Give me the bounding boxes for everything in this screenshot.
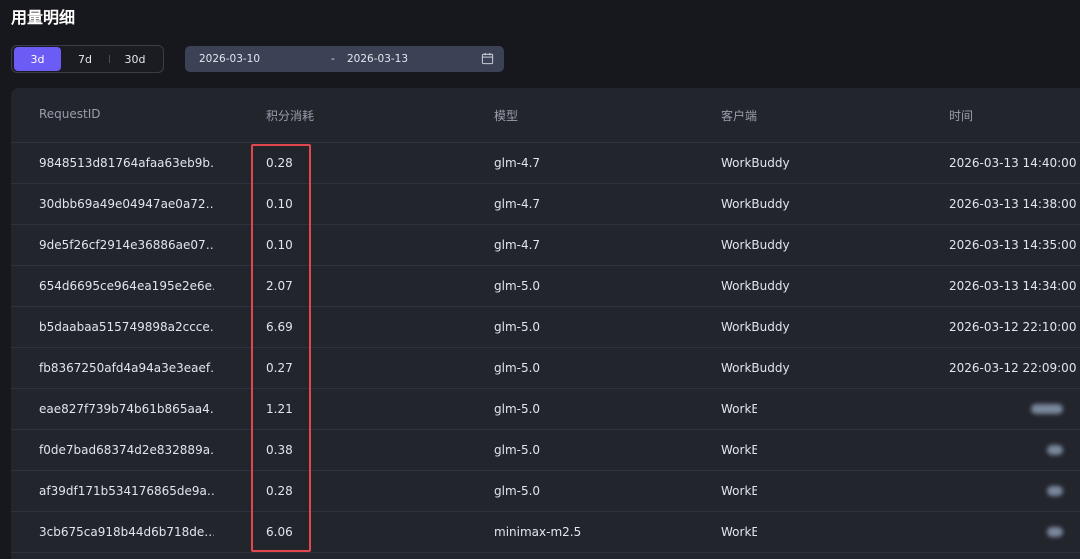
header-points: 积分消耗 xyxy=(266,109,315,123)
points-cell: 2.07 xyxy=(266,279,293,293)
calendar-icon[interactable] xyxy=(481,52,494,65)
time-cell: 2026-03-13 14:40:00 xyxy=(949,156,1077,170)
client-cell: WorkBuddy xyxy=(721,320,790,334)
table-row[interactable]: f0de7bad68374d2e832889a… 0.38 glm-5.0 WorkE xyxy=(11,430,1080,471)
request-id-cell: eae827f739b74b61b865aa4… xyxy=(39,402,214,416)
range-7d-button[interactable]: 7d xyxy=(61,47,109,71)
table-row[interactable]: b5daabaa515749898a2ccce… 6.69 glm-5.0 WorkB… xyxy=(11,307,1080,348)
time-range-selector: 3d 7d 30d xyxy=(11,45,164,73)
request-id-cell: f0de7bad68374d2e832889a… xyxy=(39,443,214,457)
date-range-picker[interactable]: 2026-03-10 - 2026-03-13 xyxy=(185,46,504,72)
model-cell: glm-5.0 xyxy=(494,484,541,498)
time-cell: 2026-03-13 14:35:00 xyxy=(949,238,1077,252)
client-cell: WorkE xyxy=(721,525,757,539)
points-cell: 0.28 xyxy=(266,156,293,170)
range-30d-button[interactable]: 30d xyxy=(109,47,161,71)
model-cell: minimax-m2.5 xyxy=(494,525,582,539)
time-cell: 2026-03-13 14:38:00 xyxy=(949,197,1077,211)
header-request-id: RequestID xyxy=(39,107,101,121)
table-row[interactable]: af39df171b534176865de9a… 0.28 glm-5.0 WorkE xyxy=(11,471,1080,512)
time-cell: 2026-03-13 14:34:00 xyxy=(949,279,1077,293)
request-id-cell: af39df171b534176865de9a… xyxy=(39,484,214,498)
request-id-cell: 654d6695ce964ea195e2e6e… xyxy=(39,279,214,293)
points-cell: 6.06 xyxy=(266,525,293,539)
client-cell: WorkE xyxy=(721,443,757,457)
obscured-time-blur xyxy=(1047,527,1063,537)
points-cell: 0.28 xyxy=(266,484,293,498)
points-cell: 0.38 xyxy=(266,443,293,457)
model-cell: glm-5.0 xyxy=(494,361,541,375)
header-time: 时间 xyxy=(949,109,974,123)
model-cell: glm-5.0 xyxy=(494,320,541,334)
model-cell: glm-5.0 xyxy=(494,443,541,457)
points-cell: 6.69 xyxy=(266,320,293,334)
date-start[interactable]: 2026-03-10 xyxy=(199,53,260,65)
page-title: 用量明细 xyxy=(11,8,76,27)
request-id-cell: 9de5f26cf2914e36886ae07… xyxy=(39,238,214,252)
table-row[interactable]: 9848513d81764afaa63eb9b… 0.28 glm-4.7 WorkB… xyxy=(11,143,1080,184)
date-end[interactable]: 2026-03-13 xyxy=(347,53,408,65)
table-header: RequestID 积分消耗 模型 客户端 时间 xyxy=(11,88,1080,143)
header-client: 客户端 xyxy=(721,109,758,123)
time-cell: 2026-03-12 22:09:00 xyxy=(949,361,1077,375)
client-cell: WorkBuddy xyxy=(721,197,790,211)
model-cell: glm-5.0 xyxy=(494,402,541,416)
usage-table: RequestID 积分消耗 模型 客户端 时间 9848513d81764af… xyxy=(11,88,1080,559)
obscured-time-blur xyxy=(1047,445,1063,455)
model-cell: glm-4.7 xyxy=(494,197,541,211)
request-id-cell: 9848513d81764afaa63eb9b… xyxy=(39,156,214,170)
table-row[interactable]: 9de5f26cf2914e36886ae07… 0.10 glm-4.7 WorkB… xyxy=(11,225,1080,266)
points-cell: 0.10 xyxy=(266,197,293,211)
request-id-cell: 30dbb69a49e04947ae0a72… xyxy=(39,197,214,211)
table-row[interactable]: 654d6695ce964ea195e2e6e… 2.07 glm-5.0 WorkB… xyxy=(11,266,1080,307)
table-row[interactable]: 3cb675ca918b44d6b718de… 6.06 minimax-m2.5 W… xyxy=(11,512,1080,553)
request-id-cell: fb8367250afd4a94a3e3eaef… xyxy=(39,361,214,375)
client-cell: WorkBuddy xyxy=(721,156,790,170)
request-id-cell: 3cb675ca918b44d6b718de… xyxy=(39,525,214,539)
client-cell: WorkBuddy xyxy=(721,238,790,252)
range-3d-button[interactable]: 3d xyxy=(14,47,61,71)
model-cell: glm-4.7 xyxy=(494,238,541,252)
client-cell: WorkBuddy xyxy=(721,361,790,375)
table-row[interactable]: 30dbb69a49e04947ae0a72… 0.10 glm-4.7 WorkBu… xyxy=(11,184,1080,225)
request-id-cell: b5daabaa515749898a2ccce… xyxy=(39,320,214,334)
model-cell: glm-5.0 xyxy=(494,279,541,293)
table-row[interactable]: eae827f739b74b61b865aa4… 1.21 glm-5.0 WorkE xyxy=(11,389,1080,430)
obscured-time-blur xyxy=(1047,486,1063,496)
header-model: 模型 xyxy=(494,109,519,123)
model-cell: glm-4.7 xyxy=(494,156,541,170)
obscured-time-blur xyxy=(1031,404,1063,414)
points-cell: 0.10 xyxy=(266,238,293,252)
table-row[interactable]: fb8367250afd4a94a3e3eaef… 0.27 glm-5.0 Work… xyxy=(11,348,1080,389)
date-separator: - xyxy=(331,53,335,65)
points-cell: 1.21 xyxy=(266,402,293,416)
time-cell: 2026-03-12 22:10:00 xyxy=(949,320,1077,334)
points-cell: 0.27 xyxy=(266,361,293,375)
client-cell: WorkE xyxy=(721,402,757,416)
client-cell: WorkE xyxy=(721,484,757,498)
client-cell: WorkBuddy xyxy=(721,279,790,293)
